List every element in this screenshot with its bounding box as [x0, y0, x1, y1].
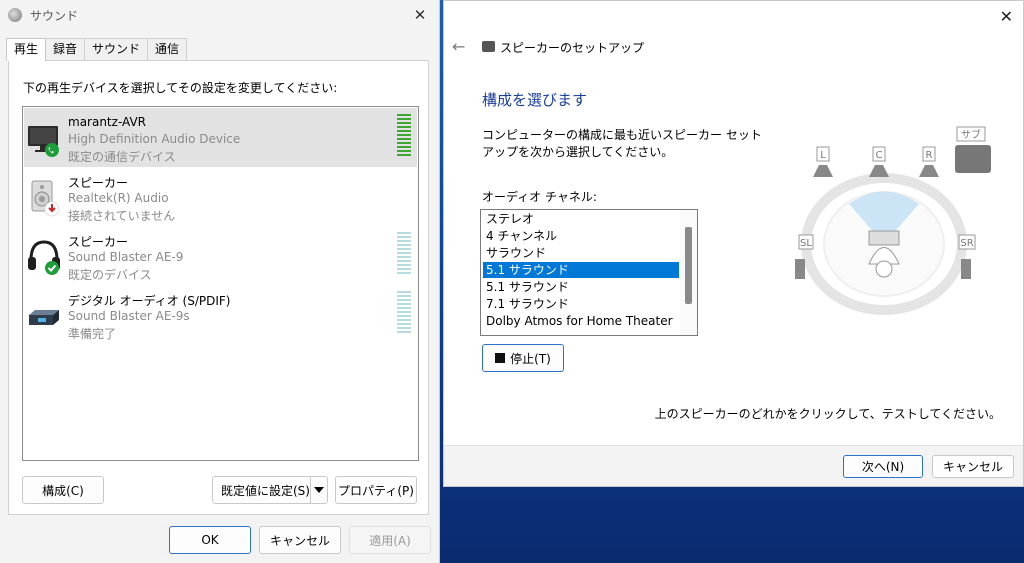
device-row[interactable]: スピーカー Realtek(R) Audio 接続されていません: [24, 167, 417, 226]
speaker-label-r: R: [926, 150, 933, 161]
sound-titlebar: サウンド ✕: [0, 0, 439, 30]
device-status: 既定のデバイス: [68, 268, 152, 282]
apply-button[interactable]: 適用(A): [349, 526, 431, 554]
device-name: スピーカー: [68, 176, 129, 190]
audio-channel-list[interactable]: ステレオ 4 チャンネル サラウンド 5.1 サラウンド 5.1 サラウンド 7…: [480, 209, 698, 336]
sound-tabs: 再生 録音 サウンド 通信: [6, 38, 188, 61]
scrollbar[interactable]: [680, 210, 697, 335]
device-name: デジタル オーディオ (S/PDIF): [68, 294, 231, 308]
chevron-down-icon[interactable]: [310, 477, 327, 503]
device-description: Sound Blaster AE-9s: [68, 309, 190, 323]
stop-label: 停止(T): [510, 351, 551, 366]
set-default-label: 既定値に設定(S): [221, 483, 310, 498]
list-item[interactable]: 7.1 サラウンド: [483, 296, 679, 312]
test-hint: 上のスピーカーのどれかをクリックして、テストしてください。: [654, 407, 1001, 421]
device-status: 接続されていません: [68, 209, 176, 223]
device-status: 既定の通信デバイス: [68, 150, 176, 164]
close-icon[interactable]: ✕: [1000, 7, 1013, 26]
list-item-selected[interactable]: 5.1 サラウンド: [483, 262, 679, 278]
speaker-title-icon: [482, 41, 495, 52]
list-item[interactable]: 4 チャンネル: [483, 228, 679, 244]
next-button[interactable]: 次へ(N): [843, 455, 923, 478]
device-status: 準備完了: [68, 327, 117, 341]
setup-description: コンピューターの構成に最も近いスピーカー セットアップを次から選択してください。: [482, 128, 762, 159]
list-item[interactable]: ステレオ: [483, 211, 679, 227]
playback-instruction: 下の再生デバイスを選択してその設定を変更してください:: [23, 81, 338, 95]
headphones-icon: [28, 240, 60, 275]
speaker-layout-diagram: L C R サブ SL SR: [795, 126, 991, 315]
device-name: スピーカー: [68, 235, 129, 249]
properties-button[interactable]: プロパティ(P): [335, 476, 417, 504]
device-name: marantz-AVR: [68, 115, 146, 129]
set-default-button[interactable]: 既定値に設定(S): [212, 476, 328, 504]
device-row[interactable]: marantz-AVR High Definition Audio Device…: [24, 108, 417, 167]
setup-title: スピーカーのセットアップ: [500, 41, 645, 55]
speaker-label-sub: サブ: [961, 128, 981, 141]
speaker-label-sl: SL: [800, 238, 812, 249]
list-item[interactable]: 5.1 サラウンド: [483, 279, 679, 295]
tab-recording[interactable]: 録音: [45, 38, 86, 60]
speaker-label-c: C: [876, 150, 883, 161]
volume-meter: [397, 114, 411, 156]
tab-playback[interactable]: 再生: [6, 38, 47, 61]
close-icon[interactable]: ✕: [411, 6, 429, 24]
volume-meter: [397, 232, 411, 274]
digital-audio-icon: [29, 310, 59, 325]
channel-label: オーディオ チャネル:: [482, 190, 597, 204]
device-row[interactable]: スピーカー Sound Blaster AE-9 既定のデバイス: [24, 226, 417, 285]
device-row[interactable]: デジタル オーディオ (S/PDIF) Sound Blaster AE-9s …: [24, 285, 417, 344]
speaker-label-sr: SR: [960, 238, 973, 249]
sound-dialog: サウンド ✕ 再生 録音 サウンド 通信 下の再生デバイスを選択してその設定を変…: [0, 0, 440, 563]
device-description: Realtek(R) Audio: [68, 191, 169, 205]
stop-button[interactable]: 停止(T): [482, 344, 564, 372]
sound-title: サウンド: [30, 8, 79, 23]
volume-meter: [397, 291, 411, 333]
list-item[interactable]: サラウンド: [483, 245, 679, 261]
playback-panel: 下の再生デバイスを選択してその設定を変更してください: marantz-AVR …: [8, 60, 429, 515]
device-description: Sound Blaster AE-9: [68, 250, 184, 264]
setup-heading: 構成を選びます: [482, 91, 588, 109]
setup-footer: 次へ(N) キャンセル: [444, 445, 1023, 486]
speaker-label-l: L: [820, 150, 826, 161]
speaker-disconnected-icon: [31, 180, 60, 217]
tab-sounds[interactable]: サウンド: [84, 38, 149, 60]
speaker-app-icon: [8, 8, 22, 22]
monitor-speaker-icon: [28, 126, 59, 157]
cancel-button[interactable]: キャンセル: [259, 526, 341, 554]
tab-communications[interactable]: 通信: [147, 38, 188, 60]
cancel-button[interactable]: キャンセル: [932, 455, 1014, 478]
configure-button[interactable]: 構成(C): [22, 476, 104, 504]
speaker-setup-dialog: ✕ ← スピーカーのセットアップ 構成を選びます コンピューターの構成に最も近い…: [443, 0, 1024, 487]
device-description: High Definition Audio Device: [68, 132, 241, 146]
stop-icon: [495, 353, 506, 363]
list-item[interactable]: Dolby Atmos for Home Theater: [483, 313, 679, 329]
playback-device-list: marantz-AVR High Definition Audio Device…: [22, 106, 419, 461]
scrollbar-thumb[interactable]: [685, 227, 692, 304]
ok-button[interactable]: OK: [169, 526, 251, 554]
back-arrow-icon[interactable]: ←: [452, 37, 465, 56]
